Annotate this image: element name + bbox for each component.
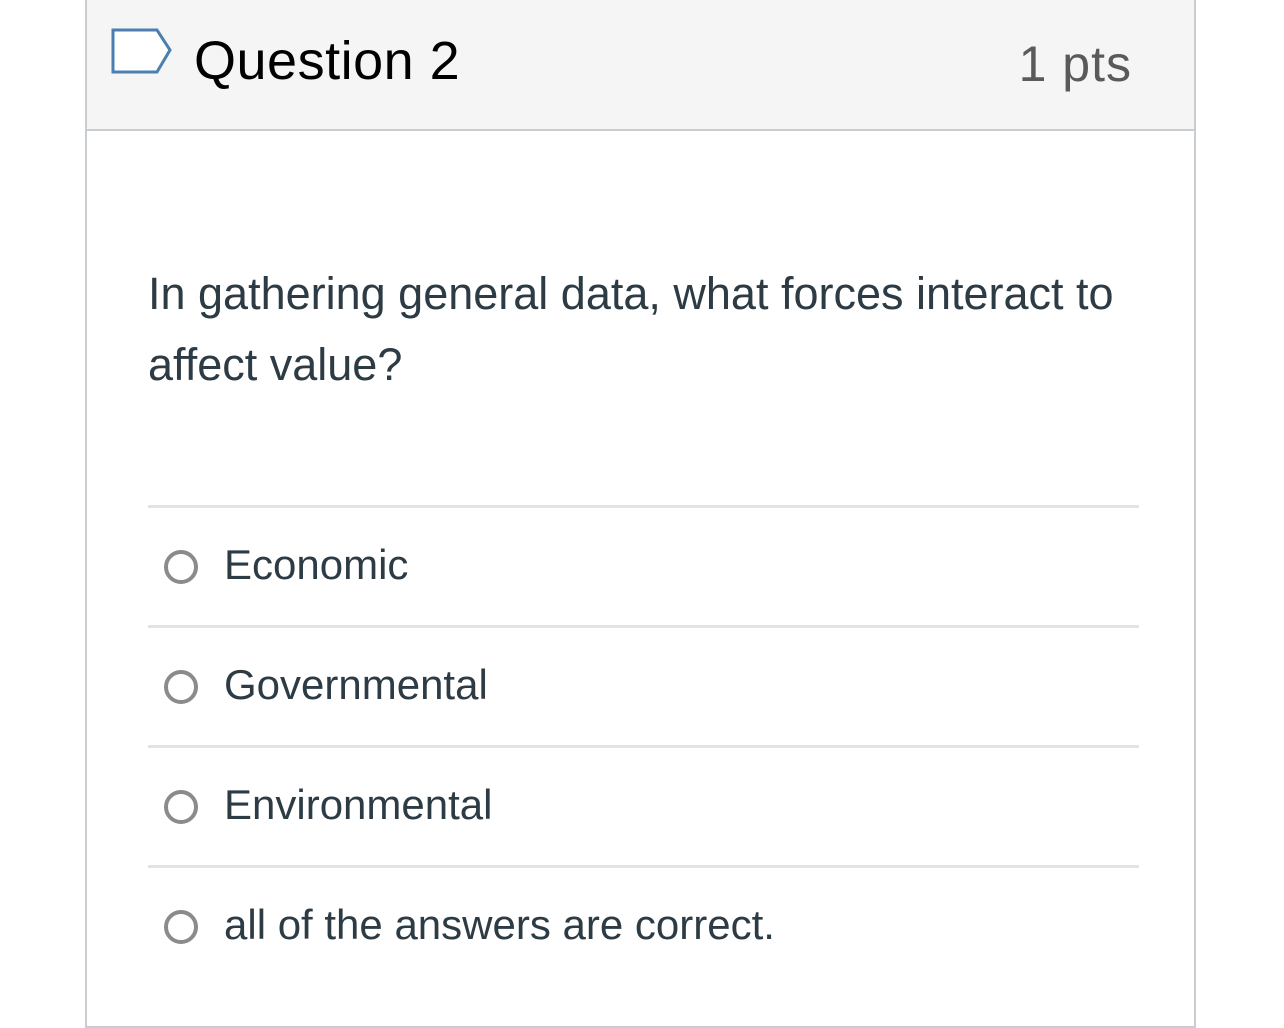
question-title: Question 2 [194,31,461,91]
answer-label[interactable]: Environmental [224,778,492,832]
radio-button[interactable] [164,550,198,584]
answer-option-environmental[interactable]: Environmental [148,748,1139,865]
radio-button[interactable] [164,670,198,704]
answer-option-all-correct[interactable]: all of the answers are correct. [148,868,1139,985]
answer-label[interactable]: all of the answers are correct. [224,898,775,952]
question-card: Question 2 1 pts In gathering general da… [85,0,1196,1028]
question-text: In gathering general data, what forces i… [148,268,1114,390]
radio-button[interactable] [164,910,198,944]
question-points: 1 pts [1018,36,1132,92]
answer-list: Economic Governmental Environmental all … [148,505,1139,985]
flag-question-icon[interactable] [111,28,173,76]
answer-label[interactable]: Governmental [224,658,488,712]
answer-option-economic[interactable]: Economic [148,508,1139,625]
answer-label[interactable]: Economic [224,538,408,592]
radio-button[interactable] [164,790,198,824]
question-header: Question 2 1 pts [87,0,1194,131]
answer-option-governmental[interactable]: Governmental [148,628,1139,745]
